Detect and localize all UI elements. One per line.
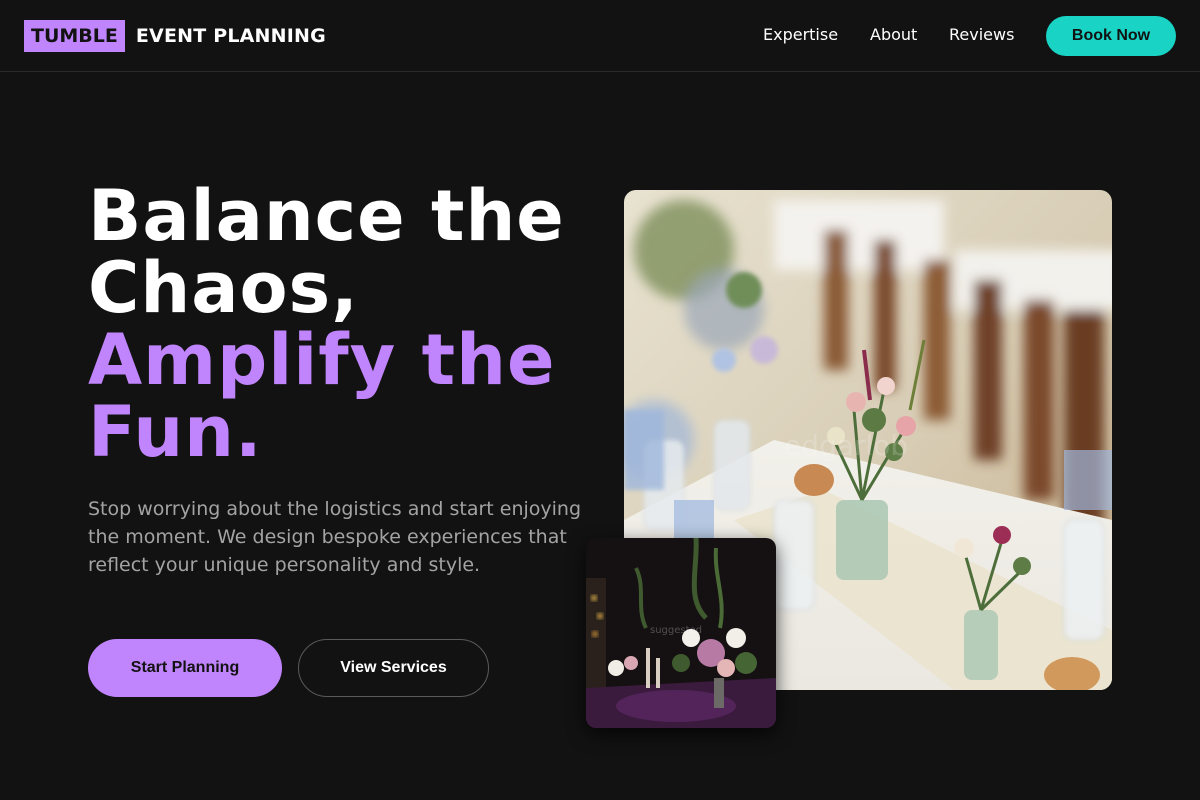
headline-line-4: Fun. [88, 391, 263, 473]
nav-link-expertise[interactable]: Expertise [763, 24, 838, 46]
site-header: TUMBLE EVENT PLANNING Expertise About Re… [0, 0, 1200, 72]
headline-line-3: Amplify the [88, 319, 556, 401]
svg-text:suggested: suggested [650, 625, 702, 636]
logo-text: EVENT PLANNING [135, 25, 326, 47]
headline-line-2: Chaos, [88, 247, 359, 329]
hero-description: Stop worrying about the logistics and st… [88, 498, 582, 576]
book-now-button[interactable]: Book Now [1046, 16, 1176, 56]
logo[interactable]: TUMBLE EVENT PLANNING [24, 20, 326, 52]
view-services-button[interactable]: View Services [298, 639, 489, 697]
start-planning-button[interactable]: Start Planning [88, 639, 282, 697]
nav-link-about[interactable]: About [870, 24, 917, 46]
headline-line-1: Balance the [88, 175, 565, 257]
hero-headline: Balance the Chaos, Amplify the Fun. [88, 180, 565, 468]
floral-arrangement-image: suggested [586, 538, 776, 728]
logo-badge: TUMBLE [24, 20, 125, 52]
svg-text:edgarlob: edgarlob [784, 429, 908, 462]
nav-link-reviews[interactable]: Reviews [949, 24, 1014, 46]
